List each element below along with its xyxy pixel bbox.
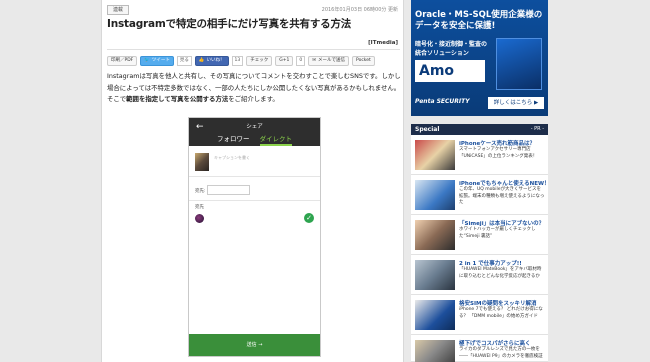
list-item[interactable]: 格安SIMの疑問をスッキリ解消 iPhone 7でも使える？ どれだけお得になる… — [411, 295, 548, 335]
series-tag[interactable]: 連載 — [107, 5, 130, 15]
ad-logo: Amo — [415, 60, 485, 82]
ad-headline: Oracle・MS-SQL使用企業様の データを安全に保護! — [415, 10, 545, 32]
item-desc: iPhone 7でも使える？ どれだけお得になる？ 「DMM mobile」の始… — [459, 307, 543, 319]
article-title: Instagramで特定の相手にだけ写真を共有する方法 — [107, 18, 352, 30]
ad-subline: 暗号化・接近制御・監査の 統合ソリューション — [415, 40, 487, 58]
pr-label: - PR - — [530, 126, 544, 132]
divider — [189, 176, 320, 177]
ad-line-3: 暗号化・接近制御・監査の — [415, 41, 488, 48]
item-thumbnail — [415, 340, 455, 362]
mail-label: メールで送信 — [318, 58, 346, 63]
item-title[interactable]: 「Simeji」は本当にアブないの？ — [459, 219, 544, 227]
twitter-icon: 🐦 — [144, 58, 150, 63]
tab-direct: ダイレクト — [259, 133, 292, 146]
tweet-button[interactable]: 🐦 ツイート — [140, 56, 174, 66]
social-bar: 印刷／PDF 🐦 ツイート 見る 👍 いいね！ 13 チェック G+1 0 ✉ メール… — [107, 56, 375, 67]
item-thumbnail — [415, 300, 455, 330]
mail-icon: ✉ — [312, 58, 317, 63]
thumbs-up-icon: 👍 — [198, 58, 205, 63]
divider — [107, 49, 400, 50]
pocket-button[interactable]: Pocket — [352, 56, 375, 66]
item-desc: ライカのダブルレンズで見た方の一枚を――「HUAWEI P9」のカメラを徹底検証 — [459, 347, 543, 359]
item-desc: 「HUAWEI MateBook」をアキバ取材時に取り込むとどんな化学反応が起き… — [459, 267, 542, 279]
list-item[interactable]: iPhoneでもちゃんと使えるNEW！ この年、UQ mobileが大きくサービ… — [411, 175, 550, 215]
special-header: Special - PR - — [411, 124, 548, 135]
product-box-image — [496, 38, 542, 90]
list-item[interactable]: 「Simeji」は本当にアブないの？ ホワイトハッカーが厳しくチェックした“Si… — [411, 215, 548, 255]
share-tabs: フォロワー ダイレクト — [189, 133, 320, 146]
item-title[interactable]: iPhoneケース売れ筋商品は？ — [459, 139, 535, 147]
like-button[interactable]: 👍 いいね！ — [194, 56, 229, 66]
share-header: ← シェア フォロワー ダイレクト — [189, 118, 320, 146]
gplus-count: 0 — [296, 56, 306, 66]
item-desc: この年、UQ mobileが大きくサービスを拡張。端末の種類も増え使えるようにな… — [459, 187, 545, 205]
ad-brand: Penta SECURITY — [415, 98, 470, 105]
checkmark-icon: ✓ — [304, 213, 314, 223]
item-desc: スマートフォンアクセサリー専門店「UNiCASE」の上位ランキング発表！ — [459, 147, 538, 159]
print-button[interactable]: 印刷／PDF — [107, 56, 138, 66]
tweet-label: ツイート — [151, 58, 170, 63]
advertisement-banner[interactable]: Oracle・MS-SQL使用企業様の データを安全に保護! 暗号化・接近制御・監… — [411, 0, 548, 116]
update-date: 2016年01月03日 06時00分 更新 — [321, 7, 398, 13]
item-title[interactable]: 格安SIMの疑問をスッキリ解消 — [459, 299, 536, 307]
photo-thumbnail — [195, 153, 209, 171]
item-title[interactable]: iPhoneでもちゃんと使えるNEW！ — [459, 179, 550, 187]
send-bar: 送信 → — [189, 334, 320, 356]
list-item[interactable]: 極下げでコスパがさらに高く ライカのダブルレンズで見た方の一枚を――「HUAWE… — [411, 335, 548, 362]
body-text-emphasis: 範囲を指定して写真を公開する方法 — [126, 95, 229, 103]
recipient-list-label: 宛先 — [195, 205, 204, 210]
ad-details-button[interactable]: 詳しくはこちら ▶ — [488, 97, 544, 109]
special-title: Special — [415, 126, 440, 133]
item-desc: ホワイトハッカーが厳しくチェックした“Simeji 裏話” — [459, 227, 536, 239]
article-body: Instagramは写真を他人と共有し、その写真についてコメントを交わすことで楽… — [107, 71, 403, 106]
like-count: 13 — [231, 56, 244, 66]
gplus-button[interactable]: G+1 — [275, 56, 294, 66]
body-text-end: をご紹介します。 — [228, 95, 279, 103]
tab-follower: フォロワー — [217, 135, 250, 143]
instagram-share-screenshot: ← シェア フォロワー ダイレクト キャプションを書く 宛先: 宛先 ✓ 送信 … — [188, 117, 321, 357]
ad-line-4: 統合ソリューション — [415, 50, 469, 57]
item-title[interactable]: 極下げでコスパがさらに高く — [459, 339, 531, 347]
list-item[interactable]: iPhoneケース売れ筋商品は？ スマートフォンアクセサリー専門店「UNiCAS… — [411, 135, 548, 175]
mail-button[interactable]: ✉ メールで送信 — [308, 56, 350, 66]
article-source: [ITmedia] — [368, 40, 398, 46]
item-thumbnail — [415, 140, 455, 170]
item-thumbnail — [415, 180, 455, 210]
share-title: シェア — [246, 124, 263, 130]
recipient-label: 宛先: — [195, 189, 206, 194]
item-thumbnail — [415, 260, 455, 290]
ad-line-1: Oracle・MS-SQL使用企業様の — [415, 10, 543, 20]
list-item[interactable]: 2 in 1 で仕事力アップ!! 「HUAWEI MateBook」をアキバ取材… — [411, 255, 548, 295]
ad-line-2: データを安全に保護! — [415, 21, 496, 31]
tweet-count[interactable]: 見る — [176, 56, 192, 66]
check-button[interactable]: チェック — [246, 56, 273, 66]
avatar — [195, 214, 204, 223]
item-title[interactable]: 2 in 1 で仕事力アップ!! — [459, 259, 522, 267]
divider — [189, 200, 320, 201]
item-thumbnail — [415, 220, 455, 250]
like-label: いいね！ — [206, 58, 225, 63]
recipient-input — [207, 185, 250, 195]
caption-placeholder: キャプションを書く — [214, 155, 250, 160]
